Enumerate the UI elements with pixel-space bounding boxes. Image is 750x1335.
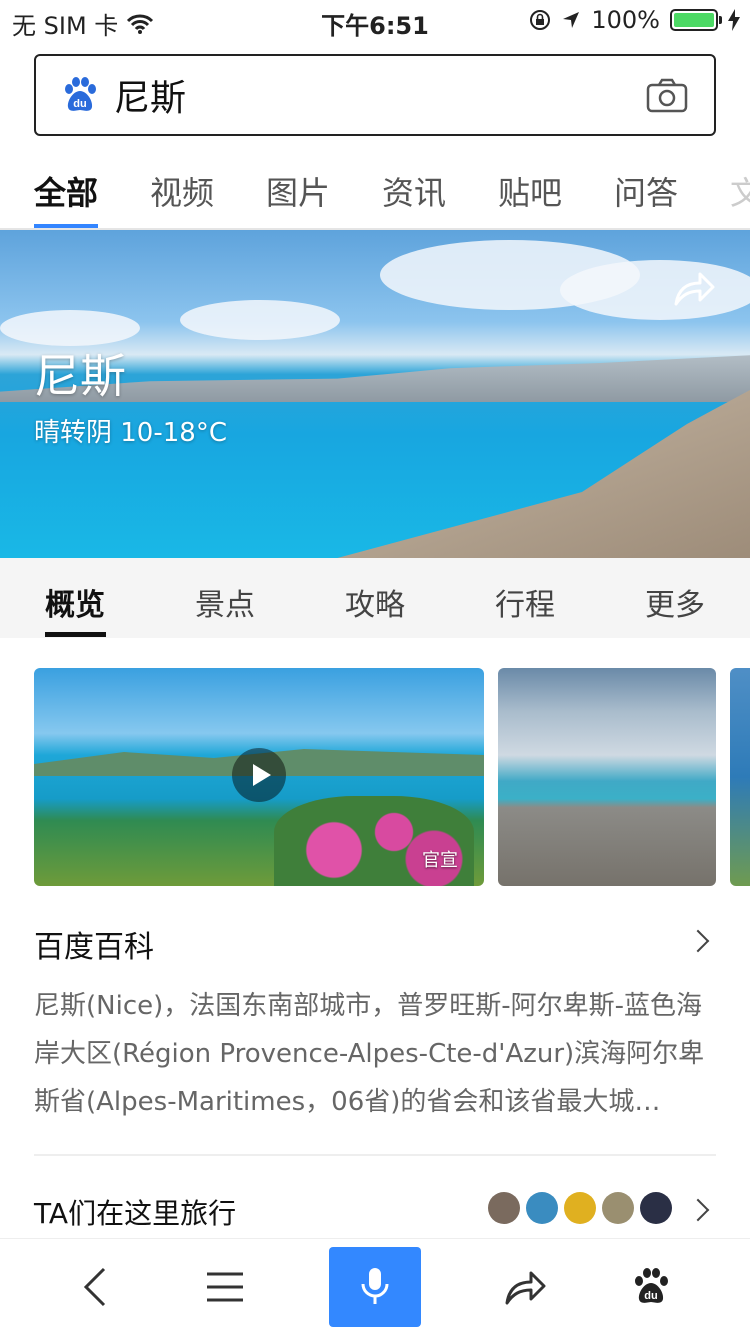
search-box[interactable]: du 尼斯 — [34, 54, 716, 136]
svg-text:du: du — [644, 1290, 657, 1302]
svg-text:du: du — [73, 98, 86, 110]
baike-title[interactable]: 百度百科 — [34, 922, 154, 966]
traveler-avatar[interactable] — [640, 1192, 672, 1224]
search-query[interactable]: 尼斯 — [114, 69, 646, 121]
orientation-lock-icon — [530, 10, 551, 30]
active-tab-indicator — [34, 224, 98, 228]
hero-weather: 晴转阴 10-18°C — [34, 418, 227, 448]
share-icon[interactable] — [503, 1267, 547, 1307]
video-badge: 官宣 — [422, 850, 458, 871]
location-icon — [563, 12, 580, 28]
camera-icon[interactable] — [646, 77, 688, 113]
tab-news[interactable]: 资讯 — [382, 168, 446, 214]
bottom-toolbar: du — [0, 1238, 750, 1334]
hero-title: 尼斯 — [34, 349, 126, 403]
status-bar: 无 SIM 卡 下午6:51 100% — [0, 0, 750, 40]
baike-summary[interactable]: 尼斯(Nice)，法国东南部城市，普罗旺斯-阿尔卑斯-蓝色海岸大区(Région… — [34, 982, 720, 1126]
photo-thumbnail-partial[interactable] — [730, 668, 750, 886]
subtab-guides[interactable]: 攻略 — [345, 580, 405, 624]
menu-icon[interactable] — [207, 1271, 243, 1303]
back-icon[interactable] — [82, 1267, 108, 1307]
divider — [34, 1154, 716, 1156]
avatar-group[interactable] — [488, 1192, 672, 1224]
cloud — [560, 260, 750, 320]
sub-tabs: 概览 景点 攻略 行程 更多 — [0, 558, 750, 638]
active-subtab-indicator — [45, 632, 106, 637]
tab-qa[interactable]: 问答 — [614, 168, 678, 214]
baidu-paw-icon[interactable]: du — [60, 75, 100, 115]
subtab-attractions[interactable]: 景点 — [195, 580, 255, 624]
traveler-avatar[interactable] — [488, 1192, 520, 1224]
baidu-paw-icon[interactable]: du — [631, 1266, 671, 1308]
share-icon[interactable] — [672, 268, 716, 308]
photo-thumbnail[interactable] — [498, 668, 716, 886]
mic-icon[interactable] — [360, 1266, 390, 1308]
back-button[interactable] — [60, 1239, 130, 1335]
tab-tieba[interactable]: 贴吧 — [498, 168, 562, 214]
traveler-avatar[interactable] — [526, 1192, 558, 1224]
tab-all[interactable]: 全部 — [34, 168, 98, 214]
travel-title[interactable]: TA们在这里旅行 — [34, 1192, 236, 1232]
chevron-right-icon[interactable] — [686, 1198, 710, 1222]
traveler-avatar[interactable] — [564, 1192, 596, 1224]
menu-button[interactable] — [190, 1239, 260, 1335]
traveler-avatar[interactable] — [602, 1192, 634, 1224]
video-thumbnail[interactable]: 官宣 — [34, 668, 484, 886]
battery-icon — [670, 9, 722, 31]
battery-percent: 100% — [591, 6, 660, 34]
subtab-overview[interactable]: 概览 — [45, 580, 105, 624]
tab-more-partial[interactable]: 文 — [730, 168, 750, 214]
play-icon[interactable] — [232, 748, 286, 802]
beach — [330, 390, 750, 558]
subtab-more[interactable]: 更多 — [645, 580, 705, 624]
category-tabs: 全部 视频 图片 资讯 贴吧 问答 文 — [0, 150, 750, 230]
tab-video[interactable]: 视频 — [150, 168, 214, 214]
subtab-itinerary[interactable]: 行程 — [495, 580, 555, 624]
tab-images[interactable]: 图片 — [266, 168, 330, 214]
hero-banner[interactable]: 尼斯 晴转阴 10-18°C — [0, 230, 750, 558]
flowers — [274, 796, 474, 886]
charging-icon — [728, 9, 740, 31]
baidu-home-button[interactable]: du — [616, 1239, 686, 1335]
cloud — [180, 300, 340, 340]
voice-search-button[interactable] — [329, 1247, 421, 1327]
share-button[interactable] — [490, 1239, 560, 1335]
chevron-right-icon[interactable] — [686, 929, 710, 953]
